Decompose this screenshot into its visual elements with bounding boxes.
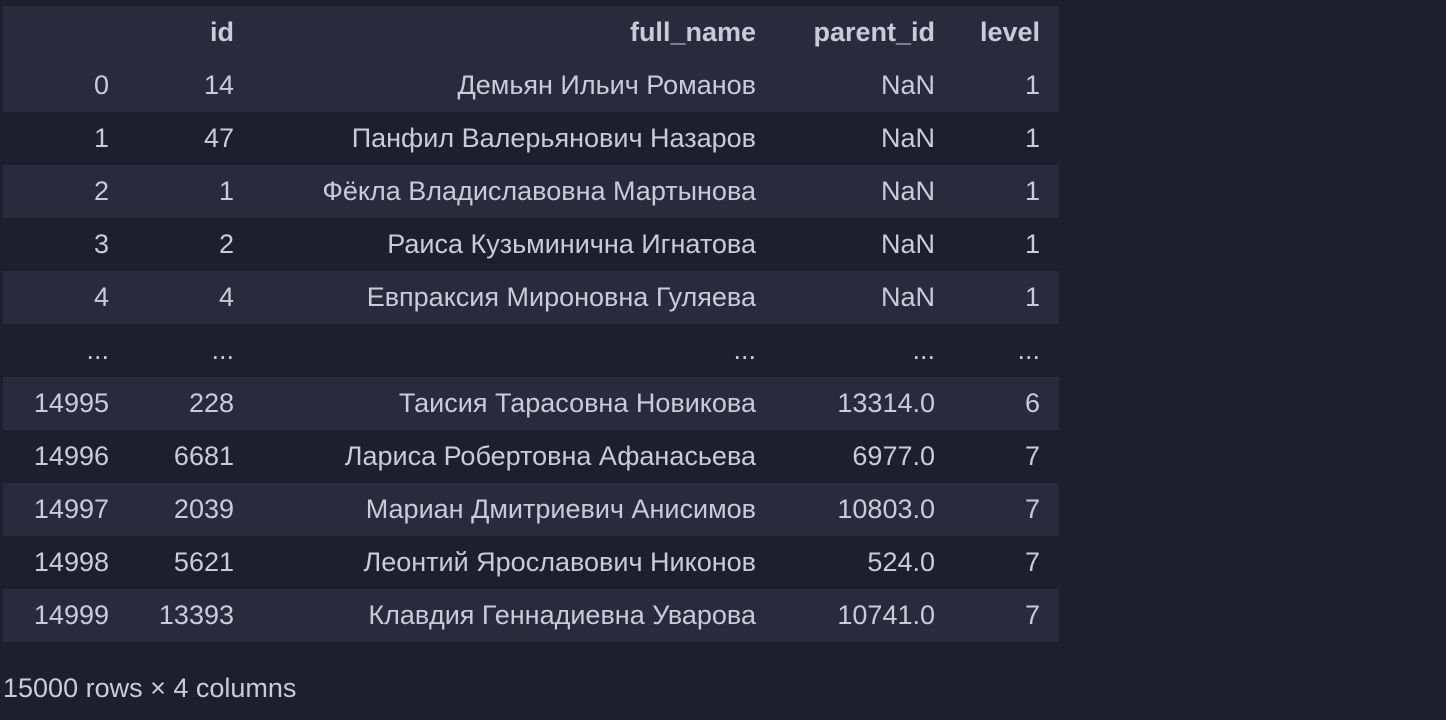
table-row: 3 2 Раиса Кузьминична Игнатова NaN 1 <box>3 218 1059 271</box>
parent-id-cell: 524.0 <box>867 547 935 577</box>
parent-id-cell: 6977.0 <box>852 441 935 471</box>
level-cell: 1 <box>1024 282 1040 312</box>
parent-id-cell: NaN <box>880 123 935 153</box>
level-cell: 7 <box>1024 600 1040 630</box>
table-row: 0 14 Демьян Ильич Романов NaN 1 <box>3 59 1059 112</box>
table-row: 1 47 Панфил Валерьянович Назаров NaN 1 <box>3 112 1059 165</box>
full-name-cell: Мариан Дмитриевич Анисимов <box>365 494 756 524</box>
level-cell: 1 <box>1024 70 1040 100</box>
id-cell: ... <box>211 335 234 365</box>
table-row: 14999 13393 Клавдия Геннадиевна Уварова 107… <box>3 589 1059 642</box>
full-name-cell: Евпраксия Мироновна Гуляева <box>366 282 756 312</box>
table-row: 14996 6681 Лариса Робертовна Афанасьева 697… <box>3 430 1059 483</box>
index-cell: 4 <box>93 282 109 312</box>
index-cell: 14998 <box>33 547 109 577</box>
full-name-cell: Раиса Кузьминична Игнатова <box>387 229 756 259</box>
id-cell: 6681 <box>173 441 234 471</box>
header-parent-id: parent_id <box>813 17 935 47</box>
level-cell: ... <box>1017 335 1040 365</box>
index-cell: ... <box>86 335 109 365</box>
level-cell: 1 <box>1024 176 1040 206</box>
index-cell: 0 <box>93 70 109 100</box>
table-row: 4 4 Евпраксия Мироновна Гуляева NaN 1 <box>3 271 1059 324</box>
table-row: ............... <box>3 324 1059 377</box>
parent-id-cell: NaN <box>880 176 935 206</box>
index-cell: 1 <box>93 123 109 153</box>
parent-id-cell: 10741.0 <box>837 600 935 630</box>
id-cell: 13393 <box>158 600 234 630</box>
dataframe-output: id full_name parent_id level 0 14 Демьян И… <box>3 6 1059 642</box>
table-body: 0 14 Демьян Ильич Романов NaN 1 1 47 Панфил Вал… <box>3 59 1059 642</box>
table-row: 14995 228 Таисия Тарасовна Новикова 13314.0… <box>3 377 1059 430</box>
level-cell: 7 <box>1024 441 1040 471</box>
parent-id-cell: ... <box>912 335 935 365</box>
index-cell: 14996 <box>33 441 109 471</box>
id-cell: 4 <box>218 282 234 312</box>
shape-summary: 15000 rows × 4 columns <box>3 673 297 703</box>
dataframe-table: id full_name parent_id level 0 14 Демьян И… <box>3 6 1059 642</box>
full-name-cell: Леонтий Ярославович Никонов <box>363 547 756 577</box>
full-name-cell: Фёкла Владиславовна Мартынова <box>322 176 756 206</box>
header-full-name: full_name <box>629 17 756 47</box>
level-cell: 1 <box>1024 123 1040 153</box>
parent-id-cell: NaN <box>880 70 935 100</box>
header-row: id full_name parent_id level <box>3 6 1059 59</box>
header-index <box>3 6 128 59</box>
level-cell: 6 <box>1024 388 1040 418</box>
full-name-cell: Таисия Тарасовна Новикова <box>398 388 756 418</box>
index-cell: 14995 <box>33 388 109 418</box>
full-name-cell: Панфил Валерьянович Назаров <box>351 123 756 153</box>
full-name-cell: ... <box>733 335 756 365</box>
parent-id-cell: 10803.0 <box>837 494 935 524</box>
id-cell: 2 <box>218 229 234 259</box>
level-cell: 7 <box>1024 494 1040 524</box>
header-level: level <box>979 17 1040 47</box>
table-row: 14998 5621 Леонтий Ярославович Никонов 524.… <box>3 536 1059 589</box>
header-id: id <box>210 17 234 47</box>
level-cell: 7 <box>1024 547 1040 577</box>
index-cell: 3 <box>93 229 109 259</box>
table-row: 14997 2039 Мариан Дмитриевич Анисимов 10803… <box>3 483 1059 536</box>
table-row: 2 1 Фёкла Владиславовна Мартынова NaN 1 <box>3 165 1059 218</box>
id-cell: 14 <box>203 70 234 100</box>
full-name-cell: Лариса Робертовна Афанасьева <box>344 441 756 471</box>
index-cell: 14997 <box>33 494 109 524</box>
full-name-cell: Демьян Ильич Романов <box>457 70 756 100</box>
index-cell: 14999 <box>33 600 109 630</box>
id-cell: 2039 <box>173 494 234 524</box>
index-cell: 2 <box>93 176 109 206</box>
parent-id-cell: NaN <box>880 282 935 312</box>
parent-id-cell: 13314.0 <box>837 388 935 418</box>
level-cell: 1 <box>1024 229 1040 259</box>
parent-id-cell: NaN <box>880 229 935 259</box>
id-cell: 1 <box>218 176 234 206</box>
full-name-cell: Клавдия Геннадиевна Уварова <box>368 600 756 630</box>
id-cell: 47 <box>203 123 234 153</box>
id-cell: 5621 <box>173 547 234 577</box>
id-cell: 228 <box>188 388 234 418</box>
